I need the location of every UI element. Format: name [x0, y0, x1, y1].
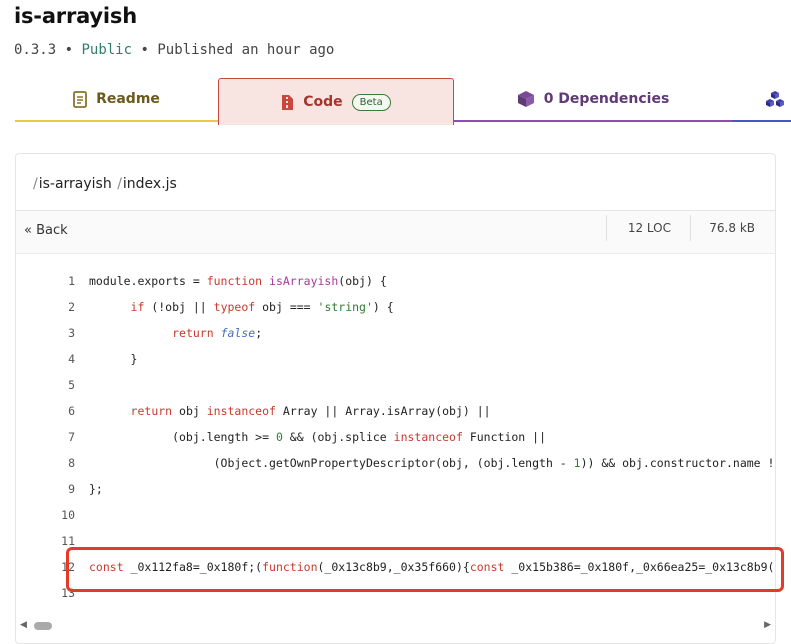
code-text: }; [89, 482, 103, 496]
line-number: 8 [68, 456, 75, 470]
published-time: Published an hour ago [157, 42, 335, 58]
path-separator: / [33, 176, 38, 192]
code-line: 7 (obj.length >= 0 && (obj.splice instan… [16, 430, 775, 456]
divider [606, 215, 607, 241]
code-text: } [89, 352, 138, 366]
line-number: 7 [68, 430, 75, 444]
code-line: 2 if (!obj || typeof obj === 'string') { [16, 300, 775, 326]
divider [690, 215, 691, 241]
tab-dependents[interactable] [732, 78, 791, 122]
code-line: 4 } [16, 352, 775, 378]
horizontal-scrollbar[interactable]: ◀ ▶ [16, 619, 775, 633]
package-box-icon [517, 91, 534, 107]
line-number: 1 [68, 274, 75, 288]
meta-separator: • [64, 42, 74, 58]
code-line: 9}; [16, 482, 775, 508]
line-number: 3 [68, 326, 75, 340]
code-text: module.exports = function isArrayish(obj… [89, 274, 387, 288]
code-text: (Object.getOwnPropertyDescriptor(obj, (o… [89, 456, 775, 470]
scroll-left-arrow-icon[interactable]: ◀ [20, 620, 27, 630]
code-line: 8 (Object.getOwnPropertyDescriptor(obj, … [16, 456, 775, 482]
code-line: 5 [16, 378, 775, 404]
code-line: 3 return false; [16, 326, 775, 352]
back-button[interactable]: « Back [24, 223, 68, 238]
tab-dependencies[interactable]: 0 Dependencies [454, 78, 732, 122]
scroll-right-arrow-icon[interactable]: ▶ [764, 620, 771, 630]
tab-readme-label: Readme [96, 91, 160, 107]
line-number: 11 [61, 534, 75, 548]
scrollbar-thumb[interactable] [34, 622, 52, 630]
beta-badge: Beta [351, 93, 391, 111]
tab-dependencies-label: 0 Dependencies [543, 91, 670, 107]
code-text: (obj.length >= 0 && (obj.splice instance… [89, 430, 546, 444]
lines-of-code: 12 LOC [627, 221, 671, 235]
breadcrumb-package[interactable]: is-arrayish [39, 176, 112, 192]
code-text: return obj instanceof Array || Array.isA… [130, 404, 491, 418]
package-version: 0.3.3 [14, 42, 57, 58]
package-title: is-arrayish [14, 4, 137, 28]
breadcrumb-filename: index.js [122, 176, 177, 192]
tab-readme[interactable]: Readme [15, 78, 218, 122]
line-number: 5 [68, 378, 75, 392]
line-number: 2 [68, 300, 75, 314]
meta-separator: • [140, 42, 149, 58]
code-text: if (!obj || typeof obj === 'string') { [130, 300, 394, 314]
boxes-icon [766, 91, 784, 107]
code-line: 1 module.exports = function isArrayish(ob… [16, 274, 775, 300]
tab-code[interactable]: Code Beta [218, 78, 454, 125]
double-chevron-left-icon: « [24, 223, 32, 238]
code-toolbar: « Back 12 LOC 76.8 kB [16, 210, 775, 254]
file-size: 76.8 kB [709, 221, 755, 235]
line-number: 9 [68, 482, 75, 496]
code-file-icon [282, 94, 294, 110]
visibility-label: Public [81, 42, 133, 58]
tab-code-label: Code [303, 94, 343, 110]
file-breadcrumb: /is-arrayish /index.js [32, 176, 177, 192]
package-meta: 0.3.3 • Public • Published an hour ago [14, 42, 334, 58]
code-line: 10 [16, 508, 775, 534]
document-icon [73, 90, 87, 108]
code-line: 6 return obj instanceof Array || Array.i… [16, 404, 775, 430]
line-number: 6 [68, 404, 75, 418]
highlighted-code-region [66, 547, 784, 592]
code-text: return false; [172, 326, 263, 340]
line-number: 4 [68, 352, 75, 366]
line-number: 10 [61, 508, 75, 522]
path-separator: / [117, 176, 122, 192]
package-tabs: Readme Code Beta 0 Dependencies [15, 78, 791, 125]
back-label: Back [36, 223, 68, 238]
